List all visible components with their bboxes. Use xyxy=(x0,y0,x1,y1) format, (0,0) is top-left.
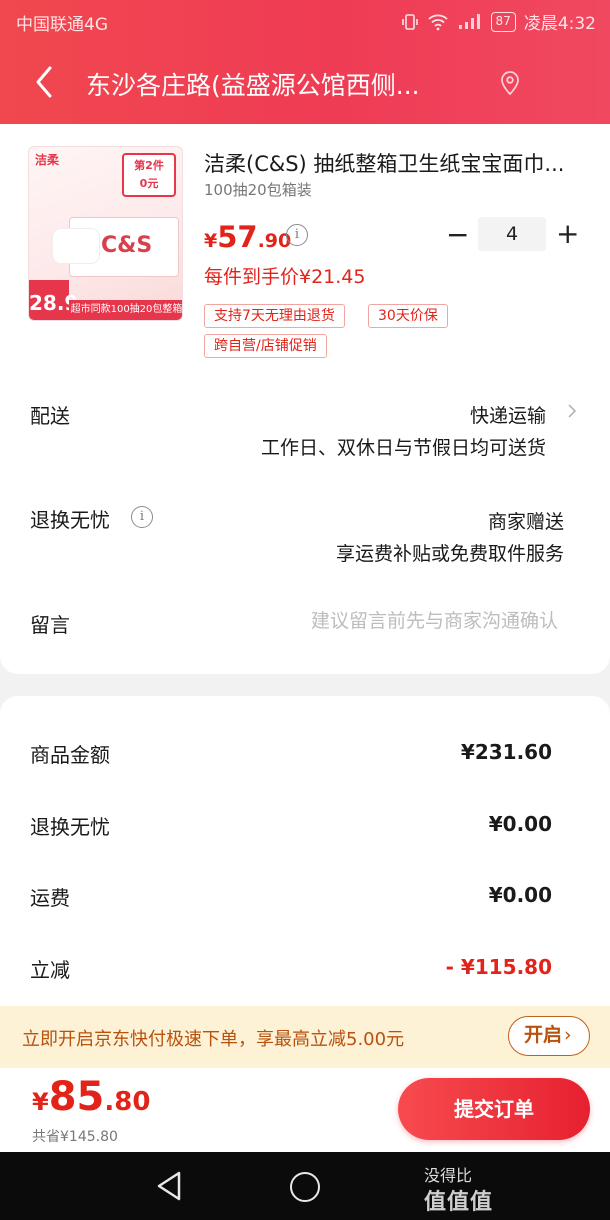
order-total: ¥85.80 xyxy=(32,1074,150,1120)
quantity-increase-button[interactable]: + xyxy=(556,220,579,248)
service-tag: 支持7天无理由退货 xyxy=(204,304,345,328)
unit-price: 每件到手价¥21.45 xyxy=(204,266,366,288)
thumb-brand: 洁柔 xyxy=(35,153,60,167)
summary-label: 商品金额 xyxy=(30,743,110,767)
promo-banner: 立即开启京东快付极速下单，享最高立减5.00元 开启 › xyxy=(0,1006,610,1068)
return-service-detail: 享运费补贴或免费取件服务 xyxy=(335,543,564,565)
summary-value: ¥231.60 xyxy=(460,740,552,764)
summary-value: ¥0.00 xyxy=(488,812,552,836)
return-service-label: 退换无忧 xyxy=(30,508,110,532)
summary-label: 立减 xyxy=(30,958,70,982)
price-info-icon[interactable]: i xyxy=(286,224,308,246)
thumb-logo: C&S xyxy=(101,233,153,258)
watermark-text: 没得比 xyxy=(424,1166,473,1185)
return-service-value: 商家赠送 xyxy=(487,511,564,533)
delivery-label: 配送 xyxy=(30,404,70,428)
status-bar: 中国联通4G 87 凌晨4:32 xyxy=(0,0,610,42)
location-pin-icon[interactable] xyxy=(498,70,522,96)
promo-text: 立即开启京东快付极速下单，享最高立减5.00元 xyxy=(22,1029,405,1050)
summary-value: ¥0.00 xyxy=(488,883,552,907)
system-nav-bar: 没得比 值值值 xyxy=(0,1152,610,1220)
battery-indicator: 87 xyxy=(490,11,516,32)
chevron-right-icon[interactable] xyxy=(567,403,577,419)
order-item-card: 洁柔 第2件 0元 C&S 28.9 超市同款100抽20包整箱 洁柔(C&S)… xyxy=(0,124,610,674)
vibrate-icon xyxy=(401,13,418,30)
thumb-strip: 超市同款100抽20包整箱 xyxy=(69,300,182,320)
price-symbol: ¥ xyxy=(204,230,218,252)
system-home-icon[interactable] xyxy=(290,1172,320,1202)
delivery-address[interactable]: 东沙各庄路(益盛源公馆西侧... xyxy=(86,66,420,102)
note-input[interactable] xyxy=(218,610,558,632)
service-tag: 30天价保 xyxy=(368,304,448,328)
signal-icon xyxy=(458,13,480,29)
thumb-badge: 第2件 0元 xyxy=(122,153,176,197)
total-decimal: .80 xyxy=(104,1087,151,1117)
service-tag: 跨自营/店铺促销 xyxy=(204,334,327,358)
thumb-badge-line2: 0元 xyxy=(139,177,159,190)
total-integer: 85 xyxy=(48,1074,105,1120)
header: 中国联通4G 87 凌晨4:32 东沙各庄路(益盛源公馆西侧... xyxy=(0,0,610,124)
product-thumbnail[interactable]: 洁柔 第2件 0元 C&S 28.9 超市同款100抽20包整箱 xyxy=(28,146,183,321)
submit-order-button[interactable]: 提交订单 xyxy=(398,1078,590,1140)
note-label: 留言 xyxy=(30,613,70,637)
summary-label: 运费 xyxy=(30,886,70,910)
enable-quickpay-button[interactable]: 开启 › xyxy=(508,1016,590,1056)
discount-value: - ¥115.80 xyxy=(445,955,552,979)
product-spec: 100抽20包箱装 xyxy=(204,181,312,199)
product-price: ¥57.90 xyxy=(204,220,291,254)
nav-bar: 东沙各庄路(益盛源公馆西侧... xyxy=(0,52,610,114)
thumb-price-tag: 28.9 xyxy=(29,280,78,320)
watermark-logo: 值值值 xyxy=(424,1190,494,1215)
total-symbol: ¥ xyxy=(32,1088,49,1116)
price-integer: 57 xyxy=(217,220,258,254)
clock: 凌晨4:32 xyxy=(523,14,596,34)
price-summary-card: 商品金额 ¥231.60 退换无忧 ¥0.00 运费 ¥0.00 立减 - ¥1… xyxy=(0,696,610,1036)
system-back-icon[interactable] xyxy=(155,1170,183,1202)
enable-quickpay-label: 开启 xyxy=(524,1024,563,1046)
return-info-icon[interactable]: i xyxy=(131,506,153,528)
carrier-label: 中国联通4G xyxy=(16,15,108,35)
thumb-tissue xyxy=(53,229,99,263)
delivery-schedule: 工作日、双休日与节假日均可送货 xyxy=(260,437,546,459)
wifi-icon xyxy=(427,14,448,30)
product-title[interactable]: 洁柔(C&S) 抽纸整箱卫生纸宝宝面巾... xyxy=(204,148,574,178)
delivery-method[interactable]: 快递运输 xyxy=(470,401,546,428)
quantity-value[interactable]: 4 xyxy=(478,217,546,251)
chevron-right-icon: › xyxy=(564,1024,572,1046)
summary-label: 退换无忧 xyxy=(30,815,110,839)
checkout-bar: ¥85.80 共省¥145.80 提交订单 xyxy=(0,1068,610,1152)
total-saved: 共省¥145.80 xyxy=(32,1129,118,1145)
status-icons: 87 凌晨4:32 xyxy=(401,9,596,34)
thumb-badge-line1: 第2件 xyxy=(134,159,164,172)
back-arrow-icon[interactable] xyxy=(30,64,60,100)
quantity-decrease-button[interactable]: − xyxy=(446,221,469,249)
